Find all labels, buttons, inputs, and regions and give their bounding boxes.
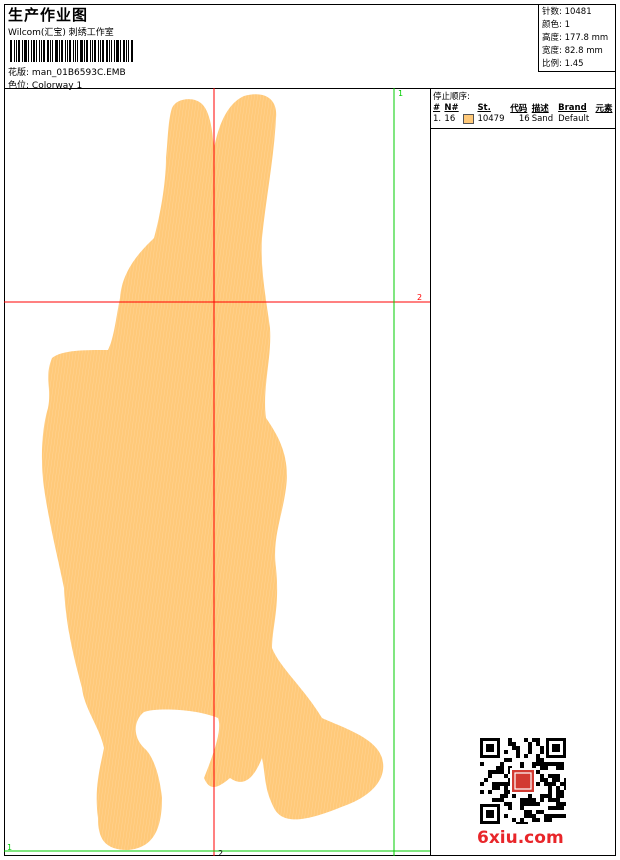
divider [538,71,616,72]
stop-sequence-title: 停止顺序: [433,92,470,102]
company-name: Wilcom(汇宝) 刺绣工作室 [8,28,114,38]
row-desc: Sand [531,114,554,125]
row-n: 16 [444,114,456,125]
stop-sequence-table: # N# St. 代码 描述 Brand 元素 1. 16 10479 16 S… [432,102,616,125]
design-height: 高度: 177.8 mm [542,32,608,45]
design-value: man_01B6593C.EMB [31,68,126,78]
color-swatch [462,114,474,124]
watermark-logo: 6xiu.com [477,828,564,848]
design-canvas: 1 1 2 2 [4,88,430,856]
rabbit-figure [41,94,384,850]
column-header: 代码 [510,104,528,114]
divider [430,88,431,856]
guide-label: 1 [7,843,12,852]
color-count-label: 颜色: [542,20,562,30]
column-header: St. [477,103,491,113]
width-label: 宽度: [542,46,562,56]
row-code: 16 [518,114,530,125]
row-element [594,114,616,125]
row-stitches: 10479 [477,114,505,125]
qr-code-icon [480,738,566,824]
column-header: Brand [558,103,587,113]
stitch-count-label: 针数: [542,7,562,17]
column-header: 元素 [595,104,613,114]
column-header: # [433,103,441,113]
guide-label: 2 [417,293,422,302]
color-count: 颜色: 1 [542,19,608,32]
table-row: 1. 16 10479 16 Sand Default [432,114,616,125]
header-left: 生产作业图 Wilcom(汇宝) 刺绣工作室 花版: man_01B6593C.… [6,4,538,91]
width-value: 82.8 mm [564,46,603,56]
divider [538,4,539,71]
table-header-row: # N# St. 代码 描述 Brand 元素 [432,102,616,114]
height-label: 高度: [542,33,562,43]
divider [430,128,616,129]
column-header: N# [444,103,459,113]
row-num: 1. [433,114,442,125]
embroidery-preview: 1 1 2 2 [4,88,430,856]
design-label: 花版: [8,68,30,78]
scale-label: 比例: [542,59,562,69]
row-brand: Default [558,114,590,125]
stitch-count-value: 10481 [564,7,592,17]
scale-value: 1.45 [564,59,584,69]
guide-label: 2 [218,849,223,856]
design-file: 花版: man_01B6593C.EMB [8,65,126,78]
color-count-value: 1 [564,20,570,30]
color-swatch-cell [462,114,477,125]
page-title: 生产作业图 [8,6,89,24]
column-header [462,102,477,114]
stitch-count: 针数: 10481 [542,6,608,19]
guide-label: 1 [398,89,403,98]
design-scale: 比例: 1.45 [542,58,608,71]
design-width: 宽度: 82.8 mm [542,45,608,58]
height-value: 177.8 mm [564,33,609,43]
barcode-icon [10,40,150,62]
design-stats: 针数: 10481 颜色: 1 高度: 177.8 mm 宽度: 82.8 mm… [542,6,608,71]
column-header: 描述 [531,104,549,114]
